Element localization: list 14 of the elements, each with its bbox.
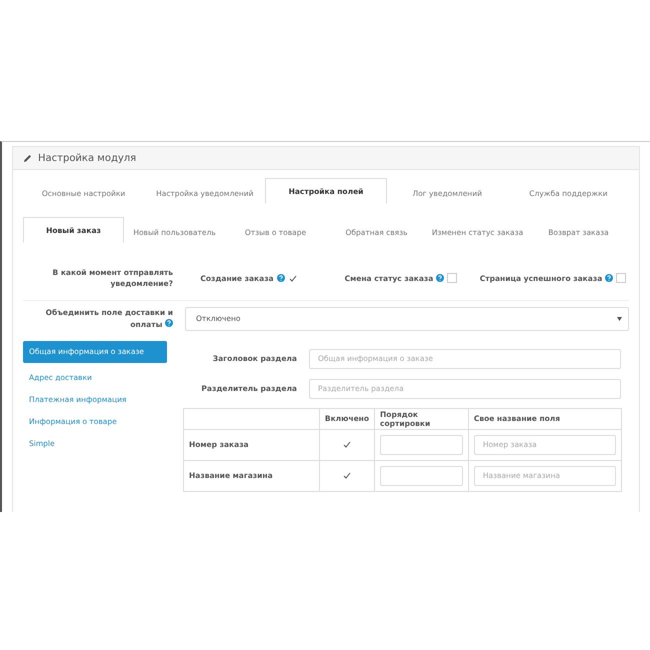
panel-title: Настройка модуля [38, 152, 136, 164]
checkbox[interactable] [616, 273, 626, 284]
input-field[interactable] [380, 434, 463, 454]
help-icon [605, 274, 614, 282]
checkbox[interactable] [342, 470, 352, 480]
help-icon [436, 274, 444, 282]
checkbox[interactable] [342, 439, 352, 450]
caret-icon [617, 316, 622, 320]
checkbox[interactable] [288, 273, 298, 284]
checkbox[interactable] [447, 273, 458, 284]
pencil-icon [23, 154, 32, 162]
input-field[interactable] [380, 466, 463, 486]
help-icon [165, 318, 173, 326]
help-icon [276, 274, 285, 282]
